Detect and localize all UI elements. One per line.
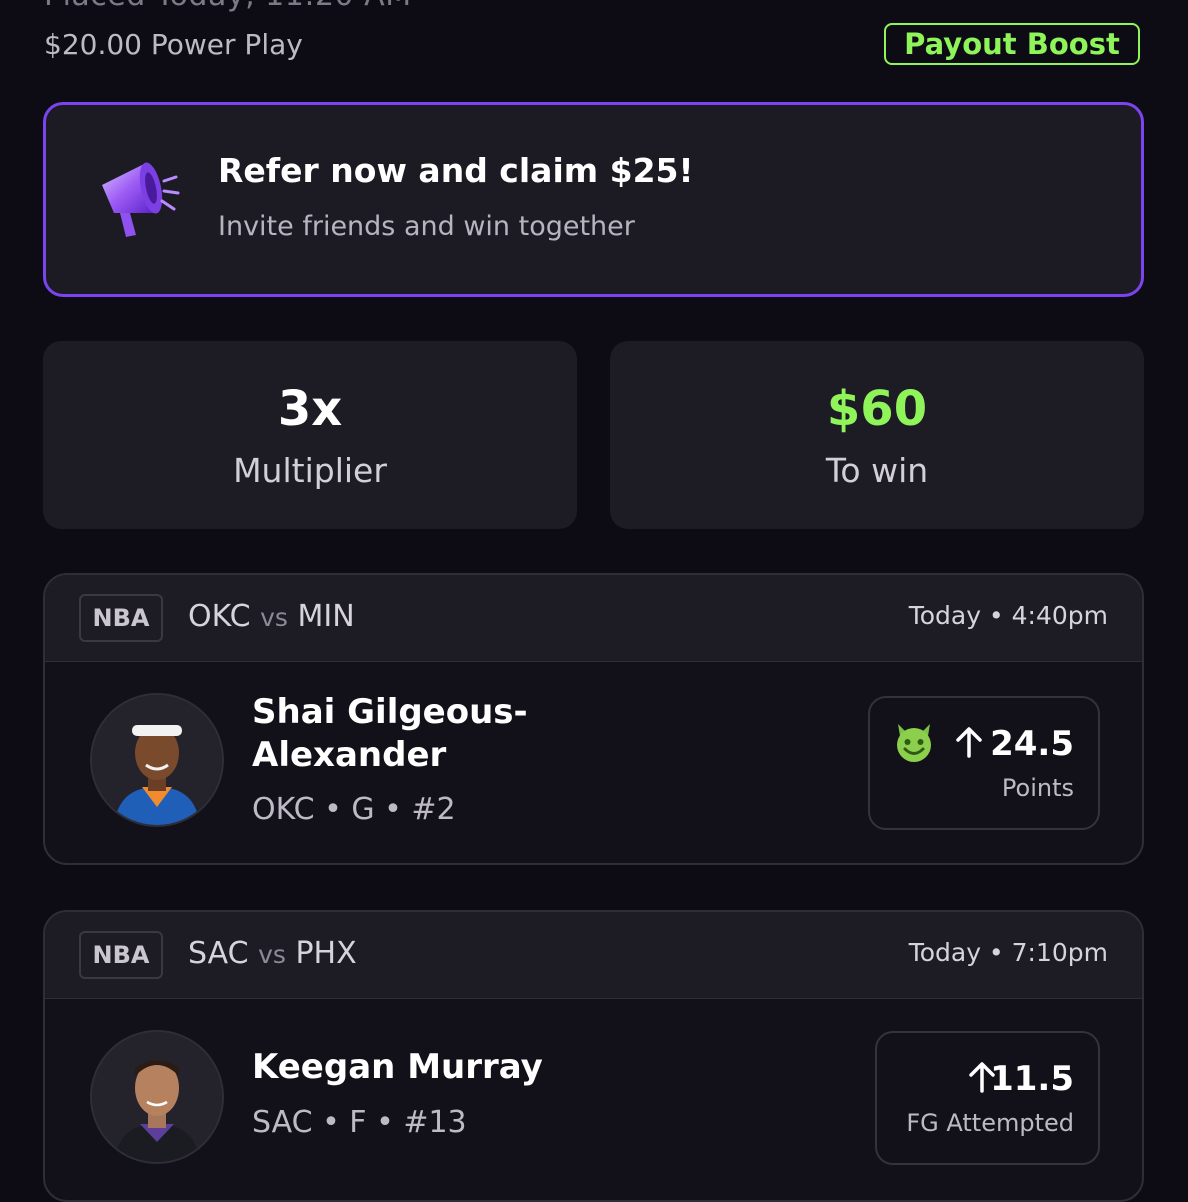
game-time: Today • 7:10pm bbox=[908, 938, 1108, 967]
to-win-card: $60 To win bbox=[610, 341, 1144, 529]
player-avatar bbox=[90, 693, 224, 827]
game-time: Today • 4:40pm bbox=[908, 601, 1108, 630]
player-meta: SAC • F • #13 bbox=[252, 1105, 467, 1140]
entry-amount: $20.00 Power Play bbox=[44, 28, 303, 61]
player-avatar bbox=[90, 1030, 224, 1164]
pick-card[interactable]: NBA SAC vs PHX Today • 7:10pm Keegan Mur… bbox=[43, 910, 1144, 1202]
stat-type: Points bbox=[1001, 774, 1074, 802]
devil-emoji-icon bbox=[892, 720, 936, 764]
entry-timestamp: Placed Today, 11:20 AM bbox=[44, 0, 412, 13]
matchup: SAC vs PHX bbox=[188, 936, 357, 971]
pick-card[interactable]: NBA OKC vs MIN Today • 4:40pm Shai Gilge… bbox=[43, 573, 1144, 865]
player-meta: OKC • G • #2 bbox=[252, 792, 456, 827]
line-value: 24.5 bbox=[990, 724, 1074, 764]
promo-title: Refer now and claim $25! bbox=[218, 151, 694, 190]
player-name-line1: Shai Gilgeous- bbox=[252, 692, 528, 732]
to-win-label: To win bbox=[825, 451, 929, 490]
promo-subtitle: Invite friends and win together bbox=[218, 211, 635, 242]
player-name: Keegan Murray bbox=[252, 1047, 543, 1087]
payout-boost-badge[interactable]: Payout Boost bbox=[884, 23, 1140, 65]
team-a: SAC bbox=[188, 936, 249, 971]
stat-type: FG Attempted bbox=[906, 1109, 1074, 1137]
pick-header: NBA SAC vs PHX Today • 7:10pm bbox=[45, 912, 1142, 999]
to-win-value: $60 bbox=[826, 381, 928, 437]
multiplier-card: 3x Multiplier bbox=[43, 341, 577, 529]
multiplier-label: Multiplier bbox=[233, 451, 387, 490]
player-name-line2: Alexander bbox=[252, 735, 447, 775]
referral-banner[interactable]: Refer now and claim $25! Invite friends … bbox=[43, 102, 1144, 297]
projection-box[interactable]: 24.5 Points bbox=[868, 696, 1100, 830]
team-b: PHX bbox=[295, 936, 357, 971]
line-value: 11.5 bbox=[990, 1059, 1074, 1099]
vs-label: vs bbox=[260, 603, 288, 632]
projection-box[interactable]: 11.5 FG Attempted bbox=[875, 1031, 1100, 1165]
up-arrow-icon bbox=[954, 726, 984, 758]
player-name: Shai Gilgeous- Alexander bbox=[252, 691, 528, 777]
vs-label: vs bbox=[258, 940, 286, 969]
multiplier-value: 3x bbox=[277, 381, 343, 437]
team-b: MIN bbox=[297, 599, 355, 634]
pick-header: NBA OKC vs MIN Today • 4:40pm bbox=[45, 575, 1142, 662]
league-badge: NBA bbox=[79, 931, 163, 979]
league-badge: NBA bbox=[79, 594, 163, 642]
matchup: OKC vs MIN bbox=[188, 599, 355, 634]
megaphone-icon bbox=[94, 155, 184, 245]
team-a: OKC bbox=[188, 599, 251, 634]
